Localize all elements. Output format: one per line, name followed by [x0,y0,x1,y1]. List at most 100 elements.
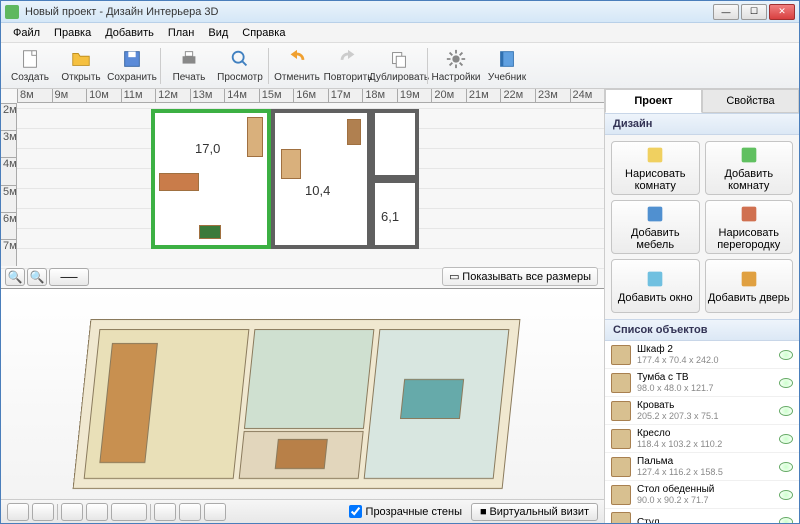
add-door-button[interactable]: Добавить дверь [705,259,794,313]
zoom-slider[interactable]: ── [49,268,89,286]
room-3[interactable] [371,109,419,179]
titlebar: Новый проект - Дизайн Интерьера 3D — ☐ ✕ [1,1,799,23]
ruler-vertical: 2м3м4м5м6м7м [1,103,17,266]
draw-room-icon [644,144,666,166]
save-button[interactable]: Сохранить [107,45,157,87]
view-mode-2[interactable] [32,503,54,521]
object-item[interactable]: Стол обеденный90.0 x 90.2 x 71.7 [605,481,799,509]
visibility-toggle[interactable] [779,350,793,360]
menu-1[interactable]: Правка [48,25,97,41]
create-button[interactable]: Создать [5,45,55,87]
view-3d[interactable]: Прозрачные стены ■ Виртуальный визит [1,289,604,523]
object-item[interactable]: Стул [605,509,799,523]
object-item[interactable]: Кресло118.4 x 103.2 x 110.2 [605,425,799,453]
maximize-button[interactable]: ☐ [741,4,767,20]
side-panel: Проект Свойства Дизайн Нарисовать комнат… [605,89,799,523]
redo-button[interactable]: Повторить [323,45,373,87]
room-4[interactable]: 6,1 [371,179,419,249]
print-button[interactable]: Печать [164,45,214,87]
add-window-icon [644,268,666,290]
add-room-icon [738,144,760,166]
visibility-toggle[interactable] [779,434,793,444]
object-item[interactable]: Тумба с ТВ98.0 x 48.0 x 121.7 [605,369,799,397]
palette-button[interactable] [204,503,226,521]
undo-icon [286,48,308,70]
light-button[interactable] [179,503,201,521]
draw-wall-icon [738,203,760,225]
add-window-button[interactable]: Добавить окно [611,259,700,313]
zoom-out-3d[interactable] [61,503,83,521]
menu-4[interactable]: Вид [202,25,234,41]
printer-icon [178,48,200,70]
menu-5[interactable]: Справка [236,25,291,41]
zoom-slider-3d[interactable] [111,503,147,521]
object-icon [611,457,631,477]
settings-button[interactable]: Настройки [431,45,481,87]
show-dimensions-button[interactable]: ▭ Показывать все размеры [442,267,598,286]
menu-0[interactable]: Файл [7,25,46,41]
tutorial-button[interactable]: Учебник [482,45,532,87]
furniture-sofa[interactable] [159,173,199,191]
virtual-visit-button[interactable]: ■ Виртуальный визит [471,503,598,521]
zoom-in-3d[interactable] [86,503,108,521]
window-title: Новый проект - Дизайн Интерьера 3D [25,6,713,18]
object-icon [611,345,631,365]
dup-button[interactable]: Дублировать [374,45,424,87]
plan-2d-view[interactable]: 8м9м10м11м12м13м14м15м16м17м18м19м20м21м… [1,89,604,289]
furniture-bed[interactable] [281,149,301,179]
draw-wall-button[interactable]: Нарисовать перегородку [705,200,794,254]
visibility-toggle[interactable] [779,406,793,416]
object-item[interactable]: Шкаф 2177.4 x 70.4 x 242.0 [605,341,799,369]
ruler-horizontal: 8м9м10м11м12м13м14м15м16м17м18м19м20м21м… [17,89,604,103]
design-buttons: Нарисовать комнатуДобавить комнатуДобави… [605,135,799,319]
design-section-header: Дизайн [605,113,799,135]
gear-icon [445,48,467,70]
menubar: ФайлПравкаДобавитьПланВидСправка [1,23,799,43]
draw-room-button[interactable]: Нарисовать комнату [611,141,700,195]
zoom-in-button[interactable]: 🔍 [27,268,47,286]
visibility-toggle[interactable] [779,378,793,388]
room-2[interactable]: 10,4 [271,109,371,249]
camera-button[interactable] [154,503,176,521]
visibility-toggle[interactable] [779,517,793,523]
app-window: Новый проект - Дизайн Интерьера 3D — ☐ ✕… [0,0,800,524]
view-mode-1[interactable] [7,503,29,521]
tab-project[interactable]: Проект [605,89,702,113]
room-1[interactable]: 17,0 [151,109,271,249]
menu-2[interactable]: Добавить [99,25,160,41]
disk-icon [121,48,143,70]
open-button[interactable]: Открыть [56,45,106,87]
iso-render [72,319,521,499]
room-1-area: 17,0 [195,141,220,156]
tab-properties[interactable]: Свойства [702,89,799,113]
object-icon [611,485,631,505]
add-room-button[interactable]: Добавить комнату [705,141,794,195]
close-button[interactable]: ✕ [769,4,795,20]
object-list: Шкаф 2177.4 x 70.4 x 242.0Тумба с ТВ98.0… [605,341,799,523]
workspace: 8м9м10м11м12м13м14м15м16м17м18м19м20м21м… [1,89,605,523]
camera-icon: ■ [480,506,487,518]
room-4-area: 6,1 [381,209,399,224]
visibility-toggle[interactable] [779,462,793,472]
app-icon [5,5,19,19]
object-item[interactable]: Пальма127.4 x 116.2 x 158.5 [605,453,799,481]
menu-3[interactable]: План [162,25,201,41]
copy-icon [388,48,410,70]
undo-button[interactable]: Отменить [272,45,322,87]
view3d-toolbar: Прозрачные стены ■ Виртуальный визит [1,499,604,523]
furniture-cabinet[interactable] [347,119,361,145]
preview-button[interactable]: Просмотр [215,45,265,87]
transparent-walls-checkbox[interactable]: Прозрачные стены [349,505,462,518]
furniture-wardrobe[interactable] [247,117,263,157]
visibility-toggle[interactable] [779,490,793,500]
floor-plan[interactable]: 17,0 10,4 6,1 [151,109,421,259]
redo-icon [337,48,359,70]
object-item[interactable]: Кровать205.2 x 207.3 x 75.1 [605,397,799,425]
minimize-button[interactable]: — [713,4,739,20]
room-2-area: 10,4 [305,183,330,198]
furniture-plant[interactable] [199,225,221,239]
add-furn-icon [644,203,666,225]
object-icon [611,429,631,449]
add-furn-button[interactable]: Добавить мебель [611,200,700,254]
zoom-out-button[interactable]: 🔍 [5,268,25,286]
